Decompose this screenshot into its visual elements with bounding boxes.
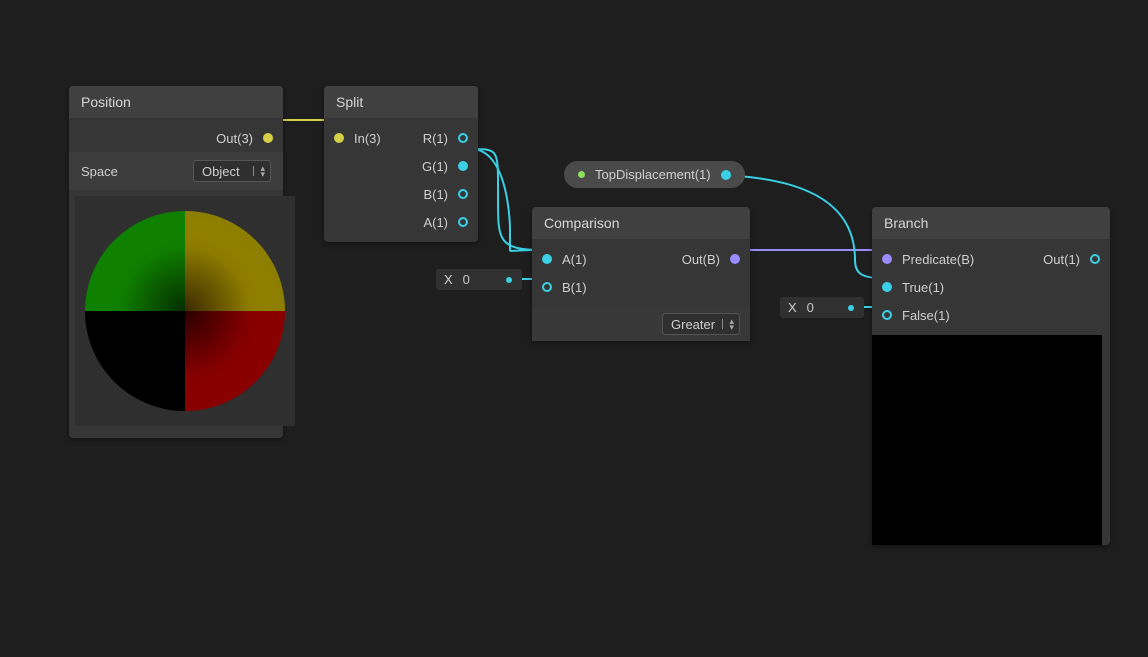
- value-prefix: X: [788, 300, 797, 315]
- port-branch-out[interactable]: Out(1): [1033, 245, 1110, 273]
- port-dot-icon[interactable]: [506, 277, 512, 283]
- port-dot-icon[interactable]: [882, 254, 892, 264]
- port-label: True(1): [902, 280, 944, 295]
- port-dot-icon[interactable]: [334, 133, 344, 143]
- port-dot-icon[interactable]: [1090, 254, 1100, 264]
- port-dot-icon[interactable]: [542, 282, 552, 292]
- port-label: Out(3): [216, 131, 253, 146]
- comparison-footer: Greater ▴▾: [532, 307, 750, 341]
- port-dot-icon[interactable]: [730, 254, 740, 264]
- dropdown-value: Greater: [671, 317, 715, 332]
- port-dot-icon[interactable]: [542, 254, 552, 264]
- port-dot-icon[interactable]: [458, 217, 468, 227]
- port-label: False(1): [902, 308, 950, 323]
- port-dot-icon[interactable]: [848, 305, 854, 311]
- param-space: Space Object ▴▾: [69, 152, 283, 190]
- port-dot-icon[interactable]: [578, 171, 585, 178]
- branch-preview: [872, 335, 1102, 545]
- port-position-out[interactable]: Out(3): [69, 124, 283, 152]
- port-dot-icon[interactable]: [882, 282, 892, 292]
- port-label: G(1): [422, 159, 448, 174]
- inline-value-branch-false[interactable]: X 0: [780, 297, 864, 318]
- port-dot-icon[interactable]: [458, 133, 468, 143]
- port-label: A(1): [423, 215, 448, 230]
- port-comparison-b[interactable]: B(1): [532, 273, 597, 301]
- preview-circle: [85, 211, 285, 411]
- port-dot-icon[interactable]: [721, 170, 731, 180]
- port-branch-true[interactable]: True(1): [872, 273, 984, 301]
- port-branch-predicate[interactable]: Predicate(B): [872, 245, 984, 273]
- port-branch-false[interactable]: False(1): [872, 301, 984, 329]
- chevron-updown-icon: ▴▾: [729, 318, 734, 330]
- port-label: In(3): [354, 131, 381, 146]
- node-position[interactable]: Position Out(3) Space Object ▴▾: [69, 86, 283, 438]
- node-split[interactable]: Split In(3) R(1) G(1) B(1) A(1): [324, 86, 478, 242]
- param-label: Space: [81, 164, 118, 179]
- dropdown-value: Object: [202, 164, 240, 179]
- port-dot-icon[interactable]: [458, 161, 468, 171]
- port-label: Out(1): [1043, 252, 1080, 267]
- port-label: Out(B): [682, 252, 720, 267]
- port-label: R(1): [423, 131, 448, 146]
- port-split-in[interactable]: In(3): [324, 124, 391, 152]
- space-dropdown[interactable]: Object ▴▾: [193, 160, 271, 182]
- value-number[interactable]: 0: [807, 300, 814, 315]
- port-label: B(1): [562, 280, 587, 295]
- node-title[interactable]: Split: [324, 86, 478, 118]
- port-split-g[interactable]: G(1): [412, 152, 478, 180]
- port-split-a[interactable]: A(1): [412, 208, 478, 236]
- port-dot-icon[interactable]: [263, 133, 273, 143]
- port-split-r[interactable]: R(1): [412, 124, 478, 152]
- port-split-b[interactable]: B(1): [412, 180, 478, 208]
- node-branch[interactable]: Branch Predicate(B) True(1) False(1) Out…: [872, 207, 1110, 545]
- inline-value-comparison-b[interactable]: X 0: [436, 269, 522, 290]
- node-title[interactable]: Branch: [872, 207, 1110, 239]
- port-label: B(1): [423, 187, 448, 202]
- position-preview: [75, 196, 295, 426]
- comparison-mode-dropdown[interactable]: Greater ▴▾: [662, 313, 740, 335]
- port-label: Predicate(B): [902, 252, 974, 267]
- value-number[interactable]: 0: [463, 272, 470, 287]
- node-comparison[interactable]: Comparison A(1) B(1) Out(B) Greater ▴▾: [532, 207, 750, 341]
- port-comparison-out[interactable]: Out(B): [672, 245, 750, 273]
- port-label: A(1): [562, 252, 587, 267]
- chevron-updown-icon: ▴▾: [260, 165, 265, 177]
- node-title[interactable]: Position: [69, 86, 283, 118]
- port-dot-icon[interactable]: [458, 189, 468, 199]
- node-title[interactable]: Comparison: [532, 207, 750, 239]
- port-dot-icon[interactable]: [882, 310, 892, 320]
- node-top-displacement[interactable]: TopDisplacement(1): [564, 161, 745, 188]
- port-comparison-a[interactable]: A(1): [532, 245, 597, 273]
- value-prefix: X: [444, 272, 453, 287]
- pill-label: TopDisplacement(1): [595, 167, 711, 182]
